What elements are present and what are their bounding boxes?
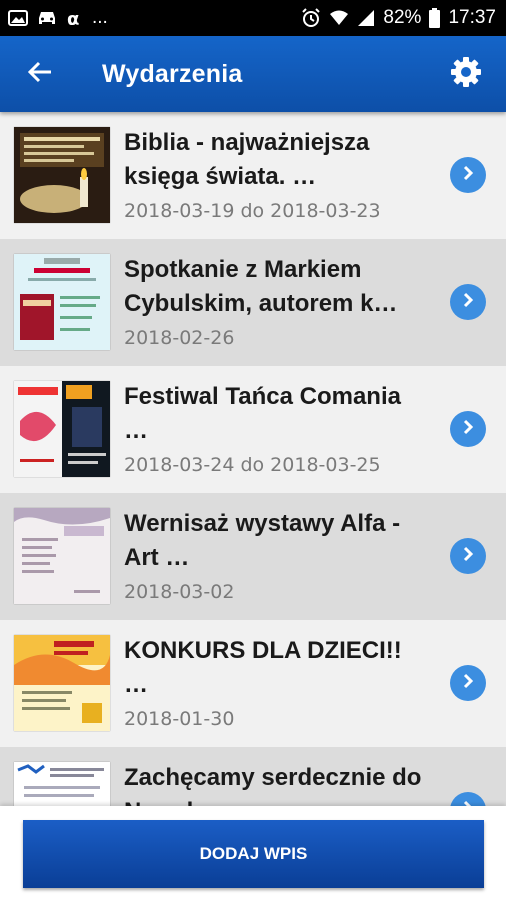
open-event-button[interactable] bbox=[450, 538, 486, 574]
event-list[interactable]: Biblia - najważniejsza księga świata. … … bbox=[0, 112, 506, 806]
open-event-button[interactable] bbox=[450, 411, 486, 447]
list-item[interactable]: KONKURS DLA DZIECI!! … 2018-01-30 bbox=[0, 620, 506, 747]
event-thumbnail bbox=[14, 127, 110, 223]
event-thumbnail bbox=[14, 254, 110, 350]
status-bar: α ... 82% 17:37 bbox=[0, 0, 506, 36]
battery-percent: 82% bbox=[383, 7, 422, 28]
page-title: Wydarzenia bbox=[102, 59, 243, 88]
event-thumbnail bbox=[14, 508, 110, 604]
clock: 17:37 bbox=[448, 7, 496, 28]
status-overflow: ... bbox=[92, 7, 108, 28]
event-thumbnail bbox=[14, 762, 110, 806]
event-date: 2018-03-19 do 2018-03-23 bbox=[124, 200, 381, 222]
event-text: Wernisaż wystawy Alfa - Art … 2018-03-02 bbox=[124, 507, 424, 603]
chevron-right-icon bbox=[460, 292, 476, 313]
add-entry-button[interactable]: DODAJ WPIS bbox=[23, 820, 484, 888]
event-thumbnail bbox=[14, 381, 110, 477]
wifi-icon bbox=[329, 9, 349, 27]
event-text: Festiwal Tańca Comania … 2018-03-24 do 2… bbox=[124, 380, 424, 476]
list-item[interactable]: Zachęcamy serdecznie do Narodowego … bbox=[0, 747, 506, 806]
event-text: Biblia - najważniejsza księga świata. … … bbox=[124, 126, 424, 222]
list-item[interactable]: Wernisaż wystawy Alfa - Art … 2018-03-02 bbox=[0, 493, 506, 620]
event-date: 2018-01-30 bbox=[124, 708, 235, 730]
event-title: Spotkanie z Markiem Cybulskim, autorem k… bbox=[124, 256, 398, 317]
event-thumbnail bbox=[14, 635, 110, 731]
alarm-icon bbox=[301, 8, 321, 28]
app-bar: Wydarzenia bbox=[0, 36, 506, 112]
status-bar-right: 82% 17:37 bbox=[301, 7, 496, 29]
signal-icon bbox=[357, 9, 375, 27]
car-icon bbox=[36, 9, 58, 27]
event-text: Spotkanie z Markiem Cybulskim, autorem k… bbox=[124, 253, 424, 349]
open-event-button[interactable] bbox=[450, 665, 486, 701]
back-button[interactable] bbox=[0, 36, 80, 112]
event-date: 2018-02-26 bbox=[124, 327, 235, 349]
bottom-action-bar: DODAJ WPIS bbox=[0, 806, 506, 900]
open-event-button[interactable] bbox=[450, 157, 486, 193]
chevron-right-icon bbox=[460, 419, 476, 440]
open-event-button[interactable] bbox=[450, 792, 486, 806]
image-icon bbox=[8, 9, 28, 27]
list-item[interactable]: Festiwal Tańca Comania … 2018-03-24 do 2… bbox=[0, 366, 506, 493]
chevron-right-icon bbox=[460, 165, 476, 186]
list-item[interactable]: Spotkanie z Markiem Cybulskim, autorem k… bbox=[0, 239, 506, 366]
event-title: Festiwal Tańca Comania … bbox=[124, 383, 401, 444]
event-title: Wernisaż wystawy Alfa - Art … bbox=[124, 510, 401, 571]
status-bar-left: α ... bbox=[8, 7, 108, 29]
list-item[interactable]: Biblia - najważniejsza księga świata. … … bbox=[0, 112, 506, 239]
event-title: Zachęcamy serdecznie do Narodowego … bbox=[124, 764, 422, 806]
notification-icon: α bbox=[66, 8, 84, 28]
chevron-right-icon bbox=[460, 546, 476, 567]
arrow-left-icon bbox=[27, 59, 53, 90]
gear-icon bbox=[450, 56, 482, 93]
event-date: 2018-03-24 do 2018-03-25 bbox=[124, 454, 381, 476]
event-title: Biblia - najważniejsza księga świata. … bbox=[124, 129, 370, 190]
svg-text:α: α bbox=[67, 9, 79, 28]
event-date: 2018-03-02 bbox=[124, 581, 235, 603]
event-text: KONKURS DLA DZIECI!! … 2018-01-30 bbox=[124, 634, 424, 730]
settings-button[interactable] bbox=[426, 36, 506, 112]
event-text: Zachęcamy serdecznie do Narodowego … bbox=[124, 761, 424, 806]
event-title: KONKURS DLA DZIECI!! … bbox=[124, 637, 402, 698]
open-event-button[interactable] bbox=[450, 284, 486, 320]
chevron-right-icon bbox=[460, 673, 476, 694]
battery-icon bbox=[429, 8, 441, 28]
